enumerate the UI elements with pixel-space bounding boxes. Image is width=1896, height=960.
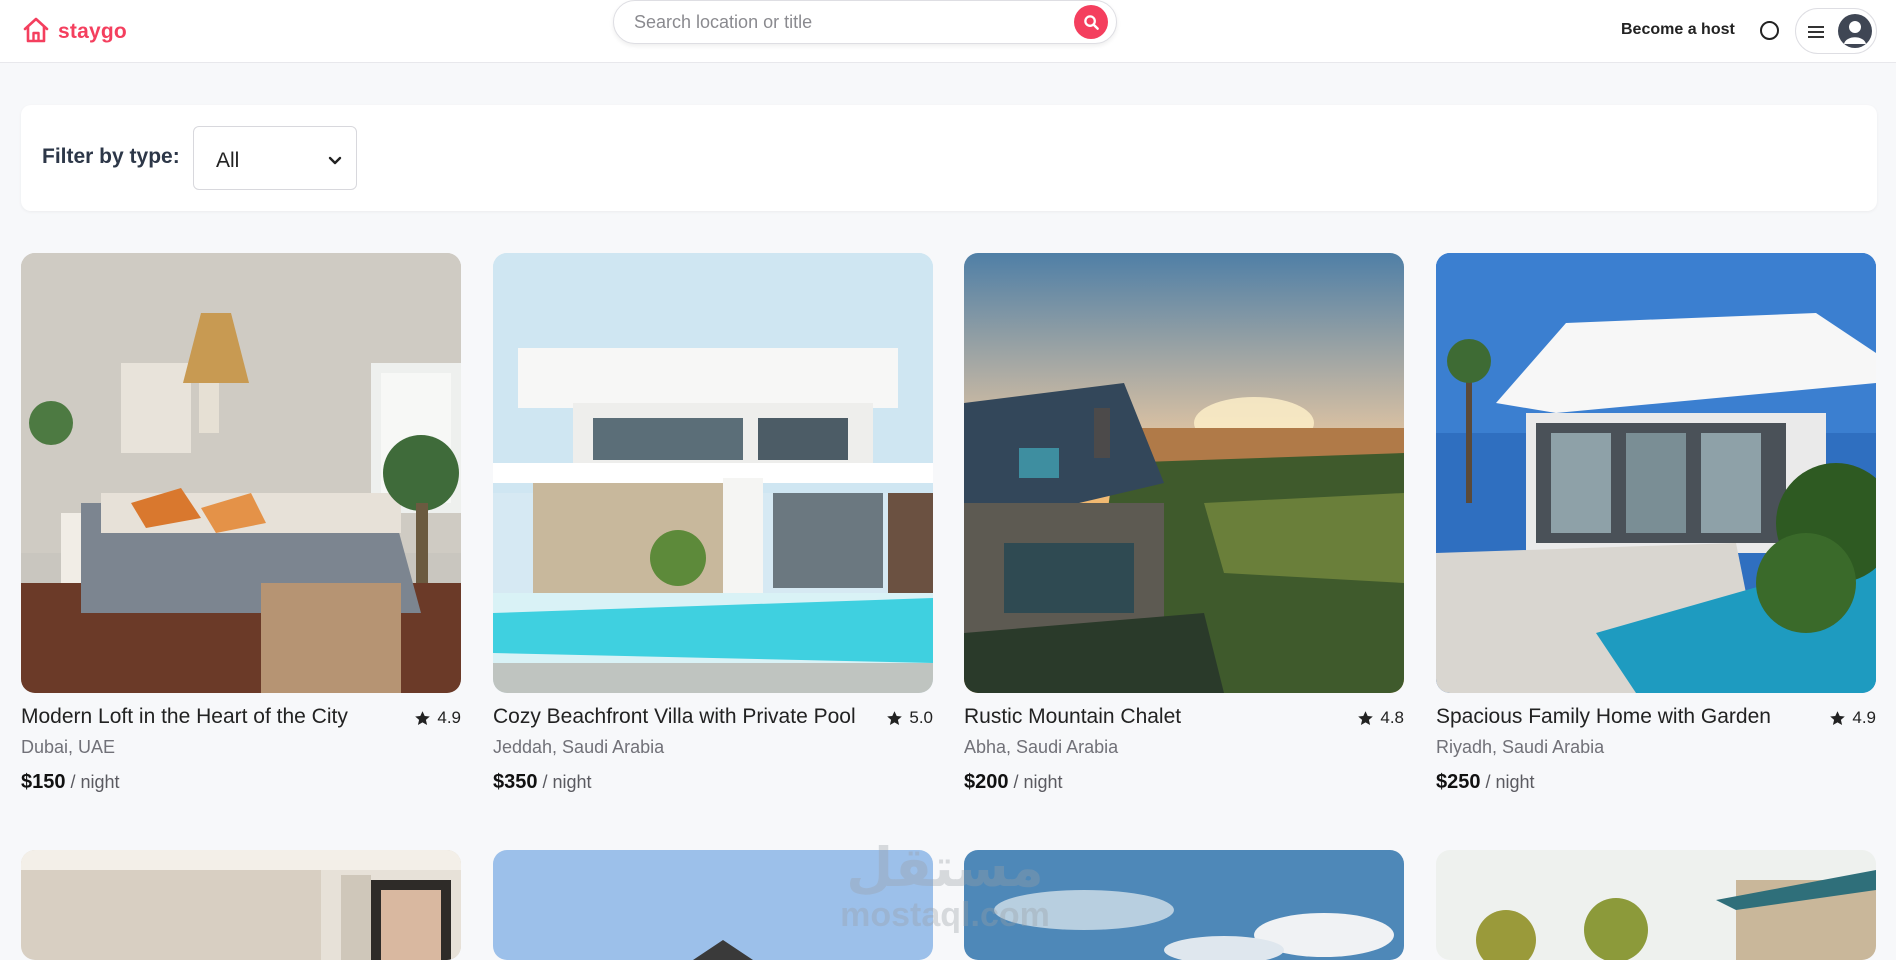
avatar bbox=[1838, 14, 1872, 48]
user-icon bbox=[1844, 21, 1866, 44]
listing-photo-bedroom[interactable] bbox=[21, 253, 461, 693]
listing-photo-family-home[interactable] bbox=[1436, 253, 1876, 693]
top-navbar: staygo Become a host bbox=[0, 0, 1896, 63]
menu-icon bbox=[1808, 26, 1824, 38]
rating-value: 5.0 bbox=[909, 708, 933, 727]
listing-rating: 5.0 bbox=[886, 708, 933, 728]
rating-value: 4.9 bbox=[437, 708, 461, 727]
listing-location: Riyadh, Saudi Arabia bbox=[1436, 737, 1605, 757]
rating-value: 4.9 bbox=[1852, 708, 1876, 727]
search-button[interactable] bbox=[1074, 5, 1108, 39]
listing-photo-clouds[interactable] bbox=[964, 850, 1404, 960]
search-bar bbox=[613, 0, 1117, 44]
listing-title[interactable]: Cozy Beachfront Villa with Private Pool bbox=[493, 705, 883, 729]
listing-photo-house-sky[interactable] bbox=[493, 850, 933, 960]
filter-selected-value: All bbox=[216, 149, 240, 172]
home-icon bbox=[22, 16, 50, 49]
listing-price: $250 bbox=[1436, 771, 1481, 793]
type-filter-select[interactable]: All bbox=[193, 126, 357, 190]
become-host-link[interactable]: Become a host bbox=[1621, 21, 1735, 39]
search-input[interactable] bbox=[634, 1, 1054, 43]
filter-label: Filter by type: bbox=[42, 145, 180, 168]
listing-title[interactable]: Rustic Mountain Chalet bbox=[964, 705, 1354, 729]
listing-rating: 4.9 bbox=[414, 708, 461, 728]
star-icon bbox=[414, 710, 431, 727]
listing-title[interactable]: Spacious Family Home with Garden bbox=[1436, 705, 1826, 729]
listing-photo-trees[interactable] bbox=[1436, 850, 1876, 960]
star-icon bbox=[886, 710, 903, 727]
listing-title[interactable]: Modern Loft in the Heart of the City bbox=[21, 705, 411, 729]
listing-photo-room[interactable] bbox=[21, 850, 461, 960]
brand-logo[interactable]: staygo bbox=[22, 17, 127, 47]
listing-rating: 4.8 bbox=[1357, 708, 1404, 728]
star-icon bbox=[1357, 710, 1374, 727]
price-unit: / night bbox=[1013, 772, 1063, 792]
filter-panel: Filter by type: All bbox=[21, 105, 1877, 211]
price-unit: / night bbox=[1485, 772, 1535, 792]
listing-rating: 4.9 bbox=[1829, 708, 1876, 728]
listing-price: $200 bbox=[964, 771, 1009, 793]
chevron-down-icon bbox=[328, 153, 342, 165]
search-icon bbox=[1083, 14, 1100, 31]
star-icon bbox=[1829, 710, 1846, 727]
listing-price-line: $150 / night bbox=[21, 771, 120, 794]
listing-location: Jeddah, Saudi Arabia bbox=[493, 737, 665, 757]
listing-price-line: $200 / night bbox=[964, 771, 1063, 794]
globe-icon[interactable] bbox=[1760, 21, 1779, 40]
rating-value: 4.8 bbox=[1380, 708, 1404, 727]
listing-location: Dubai, UAE bbox=[21, 737, 116, 757]
listing-price-line: $250 / night bbox=[1436, 771, 1535, 794]
listing-price-line: $350 / night bbox=[493, 771, 592, 794]
listing-location: Abha, Saudi Arabia bbox=[964, 737, 1119, 757]
listing-photo-villa[interactable] bbox=[493, 253, 933, 693]
price-unit: / night bbox=[542, 772, 592, 792]
brand-name: staygo bbox=[58, 20, 127, 43]
user-menu-button[interactable] bbox=[1795, 8, 1877, 54]
price-unit: / night bbox=[70, 772, 120, 792]
listing-photo-chalet[interactable] bbox=[964, 253, 1404, 693]
listing-price: $150 bbox=[21, 771, 66, 793]
listing-price: $350 bbox=[493, 771, 538, 793]
